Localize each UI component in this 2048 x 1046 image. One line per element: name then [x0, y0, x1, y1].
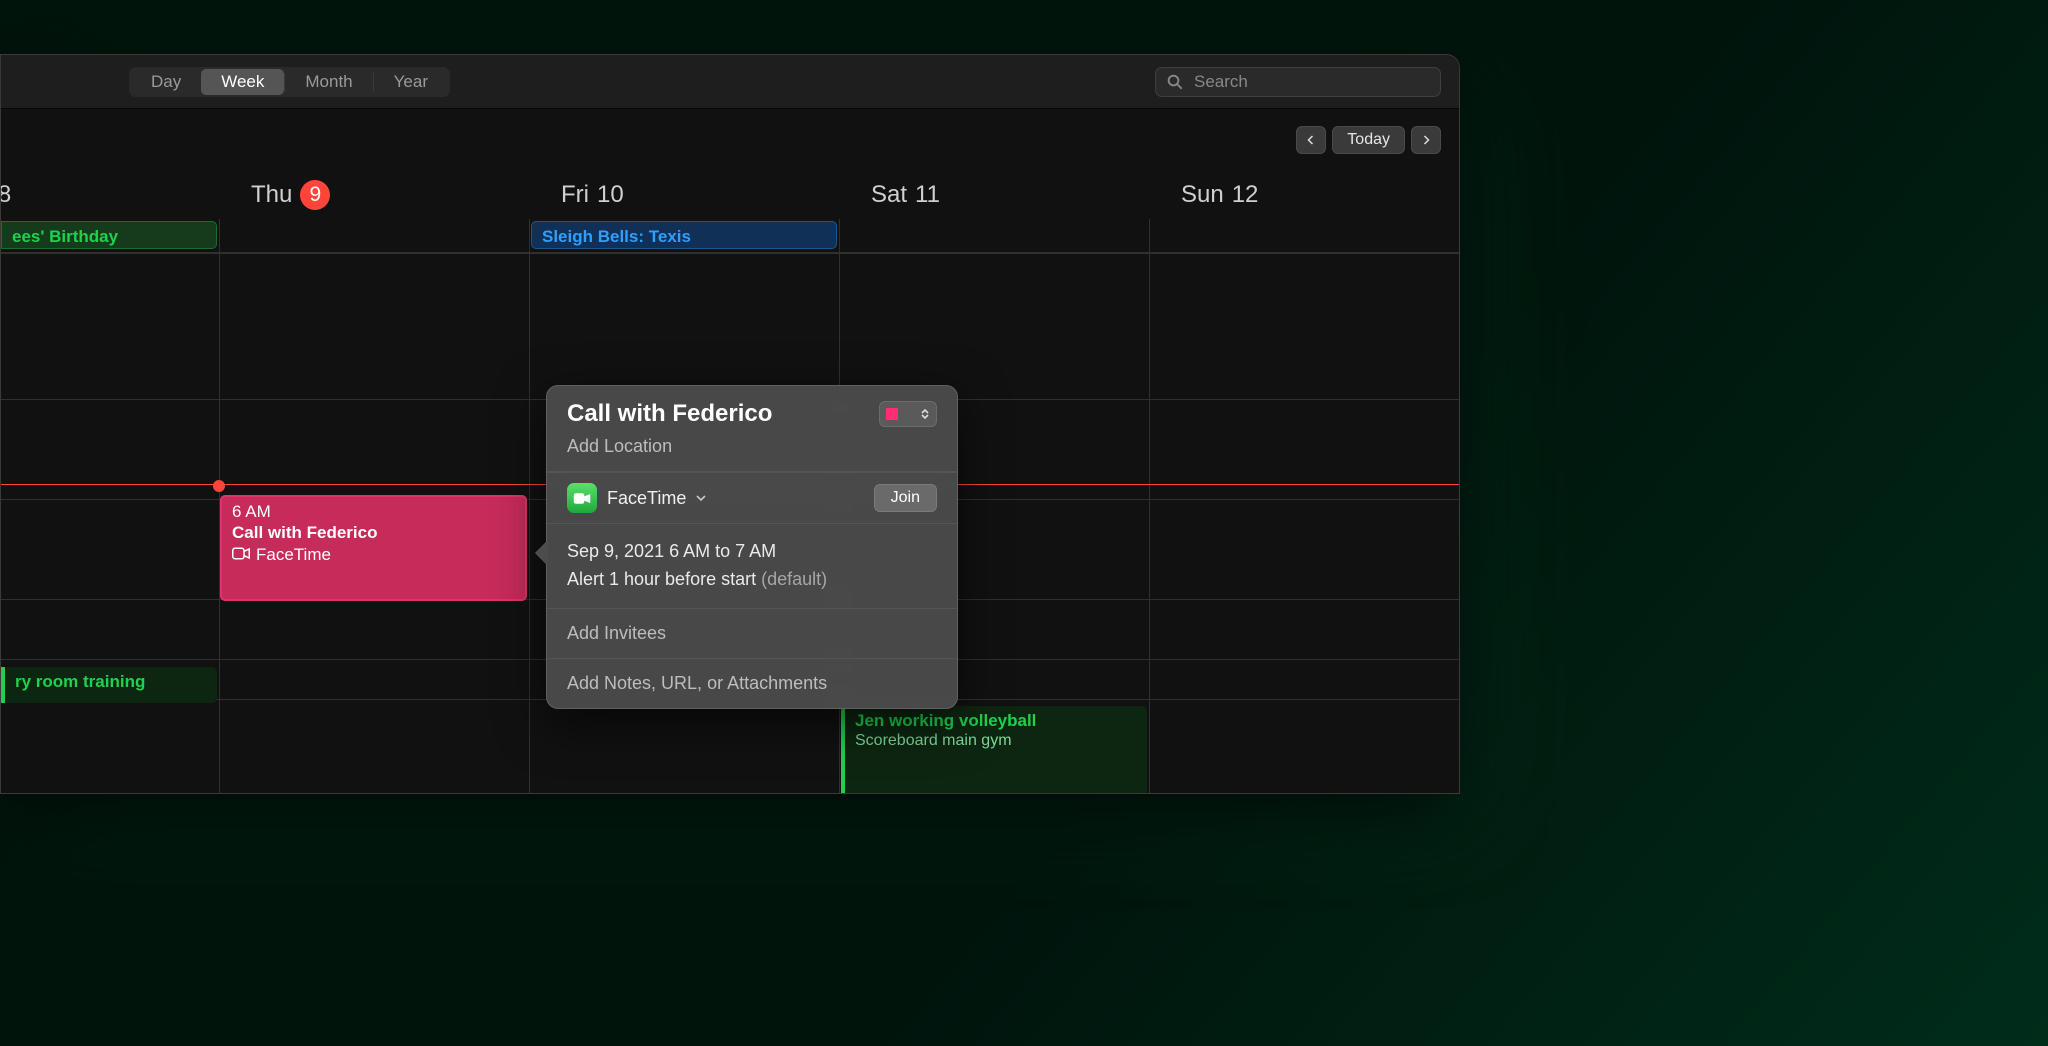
join-button[interactable]: Join	[874, 484, 937, 512]
day-header-sat: Sat 11	[839, 171, 1149, 219]
event-location: FaceTime	[232, 544, 331, 565]
popover-details-section: Sep 9, 2021 6 AM to 7 AM Alert 1 hour be…	[547, 524, 957, 609]
view-week-button[interactable]: Week	[201, 69, 284, 95]
alert-default-label: (default)	[761, 569, 827, 589]
view-day-button[interactable]: Day	[131, 69, 201, 95]
event-subtitle: Scoreboard main gym	[855, 731, 1137, 751]
day-headers: Wed 8 Thu 9 Fri 10 Sat 11 Sun 12	[0, 171, 1459, 219]
event-time-label: 6 AM	[232, 501, 515, 522]
hour-line	[1, 253, 1459, 254]
popover-title[interactable]: Call with Federico	[567, 400, 772, 428]
day-number: 12	[1232, 181, 1259, 209]
add-location-field[interactable]: Add Location	[567, 436, 672, 456]
alert-text: Alert 1 hour before start	[567, 569, 756, 589]
chevron-left-icon	[1305, 134, 1317, 146]
popover-date-line[interactable]: Sep 9, 2021 6 AM to 7 AM	[567, 538, 937, 566]
today-button[interactable]: Today	[1332, 126, 1405, 154]
chevron-updown-icon	[920, 408, 930, 420]
weekday-label: Fri	[561, 181, 589, 209]
popover-alert-line[interactable]: Alert 1 hour before start (default)	[567, 566, 937, 594]
event-call-federico[interactable]: 6 AM Call with Federico FaceTime	[220, 495, 527, 601]
event-room-training[interactable]: ry room training	[1, 667, 217, 703]
event-sleigh-bells-allday[interactable]: Sleigh Bells: Texis	[531, 221, 837, 249]
event-jen-volleyball[interactable]: Jen working volleyball Scoreboard main g…	[841, 706, 1147, 794]
prev-week-button[interactable]	[1296, 126, 1326, 154]
calendar-color-picker[interactable]	[879, 401, 937, 427]
search-icon	[1166, 73, 1184, 91]
day-number: 10	[597, 181, 624, 209]
chevron-right-icon	[1420, 134, 1432, 146]
view-year-button[interactable]: Year	[374, 69, 448, 95]
weekday-label: Thu	[251, 181, 292, 209]
day-header-sun: Sun 12	[1149, 171, 1459, 219]
day-header-thu: Thu 9	[219, 171, 529, 219]
week-grid[interactable]: ees' Birthday Sleigh Bells: Texis 6 AM C…	[1, 219, 1459, 794]
calendar-window: Day Week Month Year Today	[0, 54, 1460, 794]
col-fri	[529, 219, 530, 794]
day-number: 11	[915, 181, 940, 209]
popover-facetime-row: FaceTime Join	[547, 472, 957, 524]
event-birthday-allday[interactable]: ees' Birthday	[1, 221, 217, 249]
popover-location-section: Add Location	[547, 428, 957, 472]
event-title: Call with Federico	[232, 522, 515, 543]
view-switcher: Day Week Month Year	[129, 67, 450, 97]
today-badge: 9	[300, 180, 330, 210]
video-icon	[232, 544, 250, 565]
facetime-app-icon	[567, 483, 597, 513]
search-input[interactable]	[1192, 71, 1430, 93]
toolbar: Day Week Month Year	[1, 55, 1459, 109]
chevron-down-icon[interactable]	[696, 494, 706, 502]
weekday-label: Sun	[1181, 181, 1224, 209]
event-location-text: FaceTime	[256, 544, 331, 565]
day-header-wed: Wed 8	[0, 171, 219, 219]
weekday-label: Sat	[871, 181, 907, 209]
nav-controls: Today	[1, 109, 1459, 171]
search-field[interactable]	[1155, 67, 1441, 97]
facetime-label[interactable]: FaceTime	[607, 488, 686, 509]
event-title: Jen working volleyball	[855, 710, 1137, 731]
day-number: 8	[0, 181, 11, 209]
color-swatch	[886, 408, 898, 420]
event-popover: Call with Federico Add Location	[546, 385, 958, 709]
popover-header: Call with Federico	[547, 386, 957, 428]
popover-notes-section: Add Notes, URL, or Attachments	[547, 659, 957, 708]
popover-invitees-section: Add Invitees	[547, 609, 957, 659]
view-month-button[interactable]: Month	[285, 69, 372, 95]
col-sun	[1149, 219, 1150, 794]
day-header-fri: Fri 10	[529, 171, 839, 219]
popover-caret	[536, 541, 548, 565]
add-invitees-field[interactable]: Add Invitees	[567, 623, 666, 643]
add-notes-field[interactable]: Add Notes, URL, or Attachments	[567, 673, 827, 693]
now-dot	[213, 480, 225, 492]
next-week-button[interactable]	[1411, 126, 1441, 154]
